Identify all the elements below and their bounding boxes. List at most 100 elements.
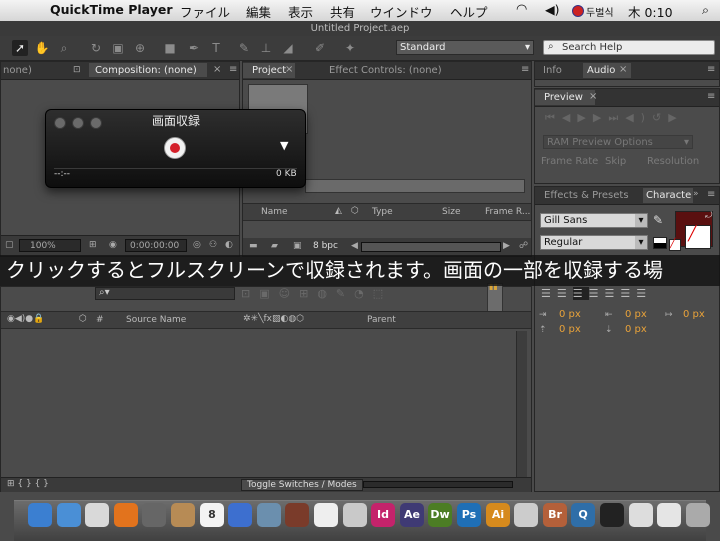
align-right-icon[interactable]: ☰ xyxy=(572,287,589,300)
first-line-indent-value[interactable]: 0 px xyxy=(683,309,705,320)
lock-icon[interactable]: ⊡ xyxy=(73,65,81,75)
clock[interactable]: 木 0:10 xyxy=(628,2,673,21)
dock-illustrator-icon[interactable]: Ai xyxy=(486,503,510,527)
mask-icon[interactable]: ◉ xyxy=(109,240,117,250)
dock-dvd-icon[interactable] xyxy=(514,503,538,527)
column-size[interactable]: Size xyxy=(442,207,460,217)
justify-last-center-icon[interactable]: ☰ xyxy=(605,287,621,300)
space-before-value[interactable]: 0 px xyxy=(559,324,581,335)
swap-colors-icon[interactable]: ⤾ xyxy=(705,211,713,221)
show-snapshot-icon[interactable]: ⚇ xyxy=(209,240,217,250)
dock-finder-icon[interactable] xyxy=(28,503,52,527)
scroll-right-icon[interactable]: ▶ xyxy=(503,241,510,251)
tab-project[interactable]: Project xyxy=(252,65,286,76)
dock-indesign-icon[interactable]: Id xyxy=(371,503,395,527)
camera-tool-icon[interactable]: ▣ xyxy=(110,40,126,56)
motion-blur-icon[interactable]: ◍ xyxy=(317,287,336,300)
zoom-window-button[interactable] xyxy=(90,117,102,129)
zoom-select[interactable]: 100% xyxy=(19,239,81,252)
panel-menu-icon[interactable]: ≡ xyxy=(707,189,715,200)
av-features-icons[interactable]: ◉◀)●🔒 xyxy=(7,314,44,324)
menu-file[interactable]: ファイル xyxy=(180,2,230,21)
wifi-icon[interactable]: ◠ xyxy=(516,2,527,17)
bpc-label[interactable]: 8 bpc xyxy=(313,241,338,251)
menu-edit[interactable]: 編集 xyxy=(246,2,271,21)
input-method[interactable]: 두벌식 xyxy=(586,4,614,19)
dock-trash-icon[interactable] xyxy=(686,503,710,527)
menu-view[interactable]: 表示 xyxy=(288,2,313,21)
close-window-button[interactable] xyxy=(54,117,66,129)
type-tool-icon[interactable]: T xyxy=(208,40,224,56)
close-icon[interactable]: × xyxy=(619,64,627,75)
menu-window[interactable]: ウインドウ xyxy=(370,2,433,21)
last-frame-icon[interactable]: ⏭ xyxy=(608,111,625,124)
more-tabs-icon[interactable]: » xyxy=(693,189,699,199)
tab-left[interactable]: none) xyxy=(3,65,32,76)
puppet-tool-icon[interactable]: ✦ xyxy=(342,40,358,56)
brainstorm-icon[interactable]: ✎ xyxy=(336,287,354,300)
toggle-switches-modes-button[interactable]: Toggle Switches / Modes xyxy=(241,479,363,491)
project-hscrollbar[interactable] xyxy=(361,242,501,252)
tab-composition[interactable]: Composition: (none) xyxy=(95,65,197,76)
brush-tool-icon[interactable]: ✎ xyxy=(236,40,252,56)
tab-info[interactable]: Info xyxy=(543,65,562,76)
font-style-select[interactable]: Regular ▾ xyxy=(540,235,648,250)
font-family-select[interactable]: Gill Sans ▾ xyxy=(540,213,648,228)
indent-left-value[interactable]: 0 px xyxy=(559,309,581,320)
menu-share[interactable]: 共有 xyxy=(330,2,355,21)
dock-photo-booth-icon[interactable] xyxy=(285,503,309,527)
close-icon[interactable]: × xyxy=(213,64,221,75)
indent-right-value[interactable]: 0 px xyxy=(625,309,647,320)
new-composition-icon[interactable]: ▣ xyxy=(293,241,302,251)
delete-icon[interactable]: ◀ xyxy=(351,241,358,251)
dock-itunes-icon[interactable] xyxy=(228,503,252,527)
justify-last-left-icon[interactable]: ☰ xyxy=(589,287,605,300)
dock-preview-icon[interactable] xyxy=(343,503,367,527)
timeline-search-input[interactable]: ⌕▾ xyxy=(95,287,235,300)
shy-icon[interactable]: ☺ xyxy=(279,287,299,300)
dock-after-effects-icon[interactable]: Ae xyxy=(400,503,424,527)
panel-menu-icon[interactable]: ≡ xyxy=(521,64,529,75)
flowchart-icon[interactable]: ☍ xyxy=(519,241,528,251)
volume-icon[interactable]: ◀) xyxy=(545,2,560,17)
search-help-field[interactable]: ⌕ Search Help xyxy=(543,40,715,55)
column-source-name[interactable]: Source Name xyxy=(126,315,186,325)
ram-preview-icon[interactable]: ▶ xyxy=(668,111,683,124)
dock-calendar-icon[interactable]: 8 xyxy=(200,503,224,527)
dock-quicktime-icon[interactable]: Q xyxy=(571,503,595,527)
align-left-icon[interactable]: ☰ xyxy=(541,287,557,300)
rectangle-tool-icon[interactable]: ■ xyxy=(162,40,178,56)
dock-safari-icon[interactable] xyxy=(57,503,81,527)
roto-brush-icon[interactable]: ✐ xyxy=(312,40,328,56)
audio-icon[interactable]: ◀) xyxy=(625,111,652,124)
close-icon[interactable]: × xyxy=(285,64,293,75)
space-after-value[interactable]: 0 px xyxy=(625,324,647,335)
options-menu-icon[interactable]: ▼ xyxy=(280,139,288,152)
dock-firefox-icon[interactable] xyxy=(114,503,138,527)
resolution-icon[interactable]: ▢ xyxy=(5,240,14,250)
draft-3d-icon[interactable]: ▣ xyxy=(259,287,278,300)
dock-rocket-icon[interactable] xyxy=(142,503,166,527)
dock-chrome-icon[interactable] xyxy=(85,503,109,527)
close-icon[interactable]: × xyxy=(589,91,597,102)
tag-icon[interactable]: ⬡ xyxy=(351,206,359,216)
spotlight-icon[interactable]: ⌕ xyxy=(702,2,709,18)
column-parent[interactable]: Parent xyxy=(367,315,396,325)
none-color-icon[interactable]: ╱ xyxy=(669,239,681,251)
timecode-field[interactable]: 0:00:00:00 xyxy=(125,239,187,252)
live-update-icon[interactable]: ⬚ xyxy=(373,287,392,300)
panel-menu-icon[interactable]: ≡ xyxy=(707,64,715,75)
column-type[interactable]: Type xyxy=(372,207,393,217)
record-button[interactable] xyxy=(164,137,186,159)
comp-mini-flowchart-icon[interactable]: ⊡ xyxy=(241,287,259,300)
channel-icon[interactable]: ◐ xyxy=(225,240,233,250)
pan-behind-tool-icon[interactable]: ⊕ xyxy=(132,40,148,56)
minimize-window-button[interactable] xyxy=(72,117,84,129)
dock-photoshop-icon[interactable]: Ps xyxy=(457,503,481,527)
hand-tool-icon[interactable]: ✋ xyxy=(34,40,50,56)
dock-dreamweaver-icon[interactable]: Dw xyxy=(428,503,452,527)
project-search-input[interactable] xyxy=(305,179,525,193)
dock-contacts-icon[interactable] xyxy=(171,503,195,527)
rotate-tool-icon[interactable]: ↻ xyxy=(88,40,104,56)
panel-menu-icon[interactable]: ≡ xyxy=(229,64,237,75)
